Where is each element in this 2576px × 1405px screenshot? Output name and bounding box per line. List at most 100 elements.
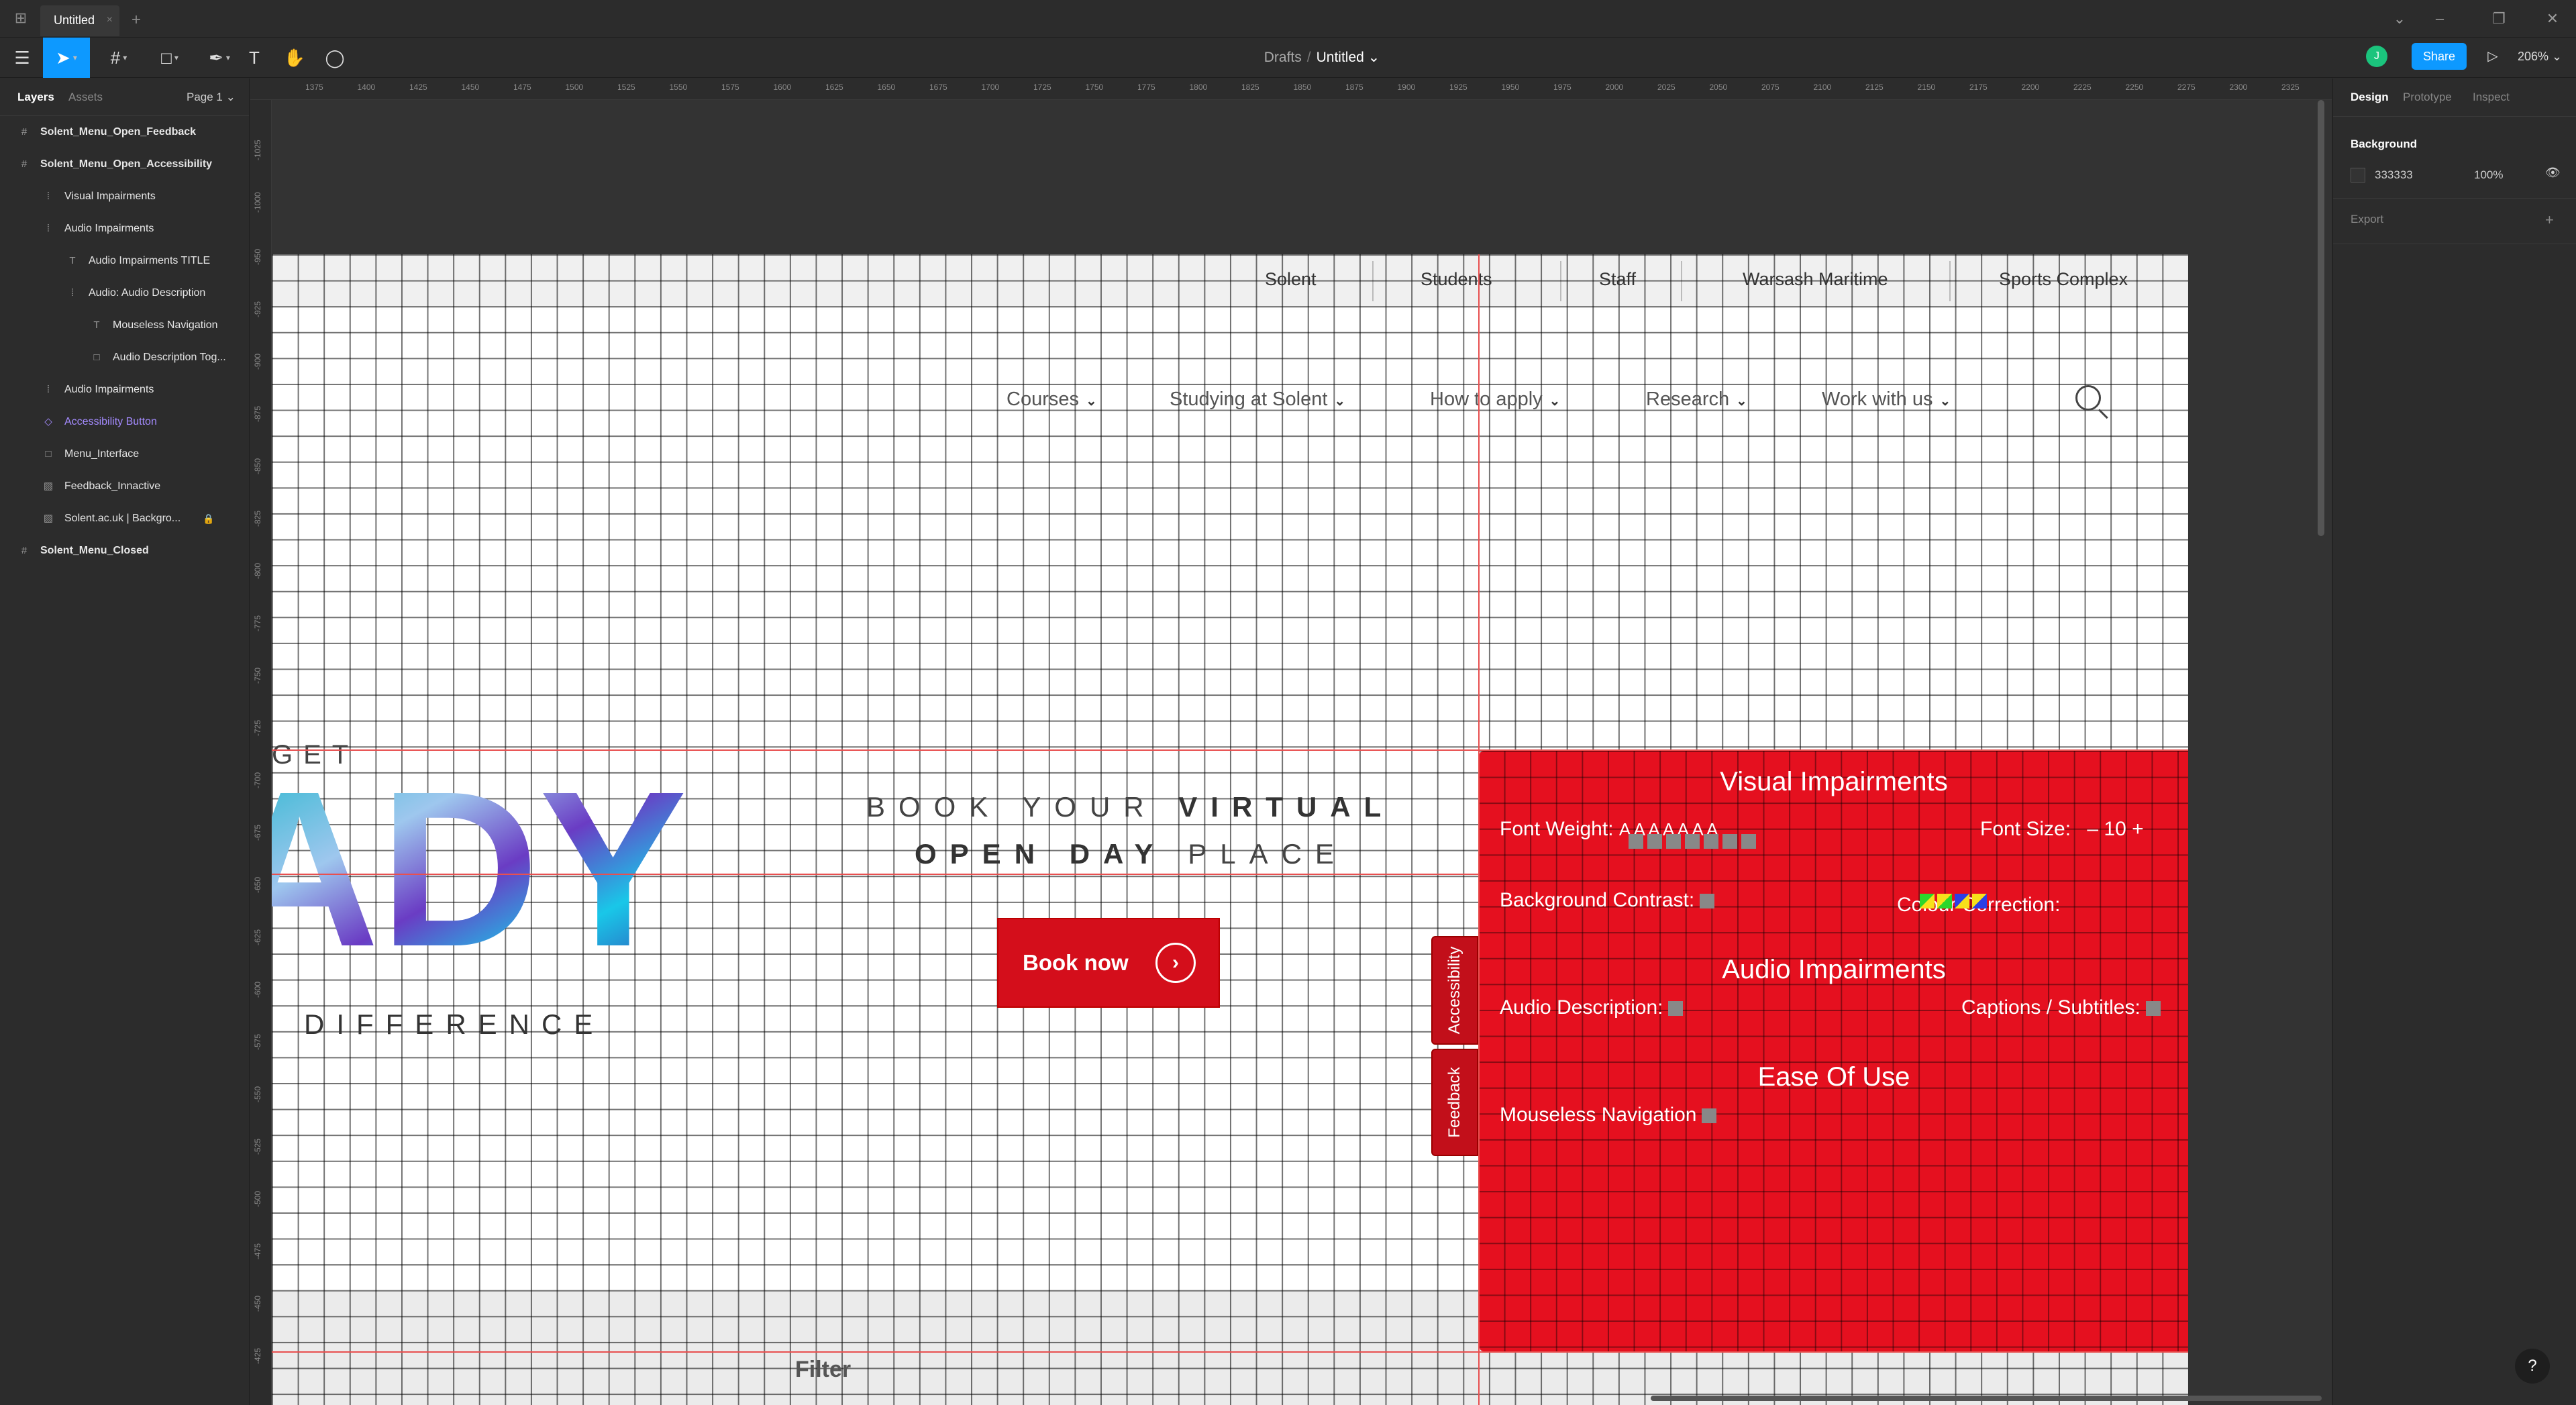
layer-row[interactable]: ▨ Feedback_Innactive [0,472,250,501]
layer-icon: ▨ [43,480,54,492]
lock-icon[interactable]: 🔒 [203,504,214,533]
top-link[interactable]: Students [1421,269,1492,290]
minimize-button[interactable]: – [2426,0,2453,38]
ruler-tick-label: 1525 [617,83,635,92]
nav-item[interactable]: Studying at Solent ⌄ [1170,388,1345,411]
close-tab-icon[interactable]: × [107,5,113,35]
nav-item[interactable]: Work with us ⌄ [1822,388,1951,411]
top-link[interactable]: Staff [1599,269,1636,290]
layer-row[interactable]: ⁞ Visual Impairments [0,182,250,211]
file-tab[interactable]: Untitled × [40,5,119,36]
hand-tool-icon[interactable]: ✋ [276,38,313,78]
new-tab-button[interactable]: + [132,5,141,35]
present-play-icon[interactable]: ▷ [2483,44,2503,68]
layer-row[interactable]: # Solent_Menu_Closed [0,536,250,566]
figma-logo-icon[interactable]: ⊞ [12,8,30,28]
guide-line [272,1351,2188,1353]
background-hex-input[interactable]: 333333 [2375,168,2413,182]
layer-row[interactable]: # Solent_Menu_Open_Feedback [0,117,250,147]
nav-item[interactable]: Courses ⌄ [1007,388,1097,411]
restore-button[interactable]: ❐ [2485,0,2512,38]
top-link[interactable]: Sports Complex [1999,269,2128,290]
audio-description-toggle[interactable] [1668,1001,1684,1017]
background-color-swatch[interactable] [2351,168,2365,183]
font-size-stepper[interactable]: – 10 + [2087,818,2143,840]
share-button[interactable]: Share [2412,43,2467,70]
colour-correction-protanopia[interactable] [1920,894,1935,909]
comment-tool-icon[interactable]: ◯ [317,38,353,78]
ease-of-use-title: Ease Of Use [1757,1062,1910,1092]
main-menu-icon[interactable]: ☰ [4,38,40,78]
ruler-tick-label: -675 [253,824,262,841]
tab-inspect[interactable]: Inspect [2473,91,2510,104]
ruler-tick-label: 1850 [1293,83,1312,92]
font-weight-toggles[interactable] [1629,834,1760,852]
expand-icon[interactable]: ⌄ [2386,0,2413,38]
ruler-tick-label: 1875 [1345,83,1363,92]
file-tab-label: Untitled [54,13,95,27]
nav-item-label: Studying at Solent [1170,388,1328,410]
nav-item[interactable]: Research ⌄ [1646,388,1747,411]
feedback-tab[interactable]: Feedback [1431,1049,1478,1156]
ruler-tick-label: 1975 [1553,83,1572,92]
visibility-eye-icon[interactable]: 👁 [2545,166,2561,180]
layer-row[interactable]: ⁞ Audio: Audio Description [0,278,250,308]
zoom-dropdown[interactable]: 206% ⌄ [2518,44,2562,68]
ruler-tick-label: 2200 [2021,83,2040,92]
layer-row[interactable]: □ Menu_Interface [0,439,250,469]
breadcrumb-drafts[interactable]: Drafts [1264,50,1302,65]
ruler-tick-label: 2175 [1969,83,1988,92]
top-link[interactable]: Warsash Maritime [1743,269,1888,290]
design-panel: Design Prototype Inspect Background 3333… [2332,79,2576,1405]
solent-frame[interactable]: Solent Students Staff Warsash Maritime Sport… [272,254,2188,1405]
layer-row[interactable]: ⁞ Audio Impairments [0,375,250,405]
colour-correction-other[interactable] [1972,894,1988,909]
layer-row[interactable]: ⁞ Audio Impairments [0,214,250,244]
ruler-tick-label: 2025 [1657,83,1676,92]
guide-line [272,874,1480,875]
divider [1372,261,1374,301]
search-icon[interactable] [2075,385,2101,411]
vertical-scrollbar[interactable] [2318,100,2324,536]
layer-row[interactable]: T Audio Impairments TITLE [0,246,250,276]
accessibility-tab[interactable]: Accessibility [1431,936,1478,1045]
nav-item[interactable]: How to apply ⌄ [1430,388,1560,411]
tab-assets[interactable]: Assets [68,91,103,104]
layer-row[interactable]: T Mouseless Navigation [0,311,250,340]
top-link[interactable]: Solent [1265,269,1317,290]
horizontal-scrollbar[interactable] [1651,1396,2322,1401]
move-tool-icon[interactable]: ➤ ▾ [43,38,90,78]
design-canvas[interactable]: Solent Students Staff Warsash Maritime Sport… [272,100,2332,1405]
filter-label[interactable]: Filter [795,1357,851,1383]
avatar[interactable]: J [2366,46,2387,67]
hero-big-letters: ADY [272,764,687,986]
background-opacity-input[interactable]: 100% [2474,168,2503,182]
layer-row[interactable]: □ Audio Description Tog... [0,343,250,372]
colour-correction-deuteranopia[interactable] [1937,894,1953,909]
page-selector[interactable]: Page 1 ⌄ [187,91,236,104]
close-window-button[interactable]: ✕ [2539,0,2566,38]
font-weight-label: Font Weight: [1500,818,1614,840]
tab-prototype[interactable]: Prototype [2403,91,2452,104]
layer-row[interactable]: # Solent_Menu_Open_Accessibility [0,150,250,179]
mouseless-navigation-row: Mouseless Navigation [1500,1104,1717,1127]
background-contrast-toggle[interactable] [1700,894,1715,909]
breadcrumb-file[interactable]: Untitled ⌄ [1317,50,1380,65]
layer-row[interactable]: ▨ Solent.ac.uk | Backgro... 🔒 [0,504,250,533]
captions-toggle[interactable] [2145,1001,2161,1017]
divider [1681,261,1682,301]
layer-row[interactable]: ◇ Accessibility Button [0,407,250,437]
add-export-icon[interactable]: + [2545,211,2554,229]
tab-design[interactable]: Design [2351,91,2389,104]
colour-correction-tritanopia[interactable] [1955,894,1970,909]
ruler-tick-label: -525 [253,1138,262,1155]
layer-label: Audio Impairments TITLE [89,255,211,266]
frame-tool-icon[interactable]: # ▾ [95,38,142,78]
book-now-button[interactable]: Book now › [997,918,1220,1008]
help-button[interactable]: ? [2515,1349,2550,1384]
rectangle-tool-icon[interactable]: □ ▾ [146,38,193,78]
ruler-tick-label: 2325 [2281,83,2300,92]
tab-layers[interactable]: Layers [17,91,54,104]
text-tool-icon[interactable]: T [236,38,272,78]
mouseless-navigation-toggle[interactable] [1702,1108,1717,1124]
